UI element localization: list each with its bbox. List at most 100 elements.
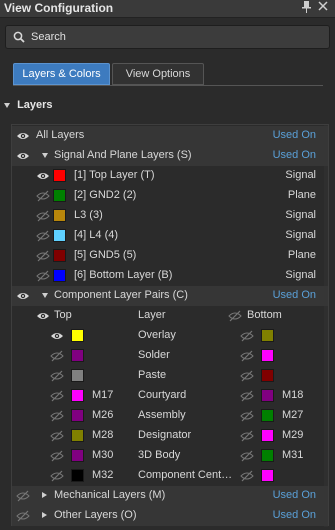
bottom-color-swatch[interactable] [261, 429, 274, 442]
mechanical-group-row[interactable]: Mechanical Layers (M) Used On [12, 486, 328, 506]
all-layers-row[interactable]: All Layers Used On [12, 126, 328, 146]
bottom-color-swatch[interactable] [261, 349, 274, 362]
component-pair-row[interactable]: M28 Designator M29 [12, 426, 328, 446]
signal-layer-row[interactable]: [1] Top Layer (T) Signal [12, 166, 328, 186]
eye-off-icon[interactable] [36, 250, 50, 262]
signal-layer-row[interactable]: [6] Bottom Layer (B) Signal [12, 266, 328, 286]
search-input[interactable]: Search [5, 25, 330, 49]
pair-layer-name: Courtyard [138, 389, 187, 401]
expand-icon[interactable] [42, 512, 47, 518]
top-layer-label: M17 [92, 389, 114, 401]
eye-icon[interactable] [16, 130, 30, 142]
bottom-color-swatch[interactable] [261, 409, 274, 422]
eye-off-icon[interactable] [50, 390, 64, 402]
tab-layers-colors[interactable]: Layers & Colors [13, 63, 110, 85]
signal-layer-row[interactable]: [4] L4 (4) Signal [12, 226, 328, 246]
component-pair-row[interactable]: Solder [12, 346, 328, 366]
pin-icon[interactable] [302, 1, 311, 16]
eye-off-icon[interactable] [16, 490, 30, 502]
bottom-layer-label: M27 [282, 409, 304, 421]
layer-color-swatch[interactable] [53, 209, 66, 222]
bottom-color-swatch[interactable] [261, 449, 274, 462]
eye-off-icon[interactable] [240, 390, 254, 402]
top-color-swatch[interactable] [71, 429, 84, 442]
component-pair-row[interactable]: M30 3D Body M31 [12, 446, 328, 466]
layer-color-swatch[interactable] [53, 249, 66, 262]
eye-off-icon[interactable] [16, 510, 30, 522]
pair-layer-name: Solder [138, 349, 170, 361]
expand-icon[interactable] [42, 492, 47, 498]
signal-layer-row[interactable]: [2] GND2 (2) Plane [12, 186, 328, 206]
bottom-color-swatch[interactable] [261, 369, 274, 382]
signal-plane-group-row[interactable]: Signal And Plane Layers (S) Used On [12, 146, 328, 166]
layer-color-swatch[interactable] [53, 169, 66, 182]
other-group-row[interactable]: Other Layers (O) Used On [12, 506, 328, 526]
layers-section-header[interactable]: Layers [4, 99, 53, 111]
column-top: Top [54, 309, 72, 321]
tab-divider [13, 85, 323, 86]
eye-off-icon[interactable] [36, 270, 50, 282]
top-color-swatch[interactable] [71, 409, 84, 422]
used-on-link[interactable]: Used On [273, 129, 316, 141]
eye-off-icon[interactable] [240, 430, 254, 442]
eye-off-icon[interactable] [240, 470, 254, 482]
layer-name: [2] GND2 (2) [74, 189, 137, 201]
bottom-color-swatch[interactable] [261, 469, 274, 482]
eye-off-icon[interactable] [240, 370, 254, 382]
bottom-layer-label: M29 [282, 429, 304, 441]
eye-off-icon[interactable] [50, 470, 64, 482]
eye-icon[interactable] [36, 170, 50, 182]
eye-off-icon[interactable] [36, 190, 50, 202]
top-color-swatch[interactable] [71, 469, 84, 482]
eye-off-icon[interactable] [50, 450, 64, 462]
collapse-icon[interactable] [42, 293, 48, 298]
bottom-color-swatch[interactable] [261, 329, 274, 342]
component-pairs-columns: Top Layer Bottom [12, 306, 328, 326]
panel-titlebar: View Configuration [0, 0, 335, 18]
top-color-swatch[interactable] [71, 449, 84, 462]
used-on-link[interactable]: Used On [273, 489, 316, 501]
eye-off-icon[interactable] [50, 370, 64, 382]
collapse-icon[interactable] [42, 153, 48, 158]
top-color-swatch[interactable] [71, 349, 84, 362]
eye-off-icon[interactable] [50, 410, 64, 422]
eye-icon[interactable] [16, 290, 30, 302]
layer-name: [5] GND5 (5) [74, 249, 137, 261]
eye-icon[interactable] [16, 150, 30, 162]
close-icon[interactable] [318, 1, 328, 14]
eye-off-icon[interactable] [240, 330, 254, 342]
component-pair-row[interactable]: M26 Assembly M27 [12, 406, 328, 426]
layer-type: Plane [287, 189, 316, 201]
eye-off-icon[interactable] [50, 350, 64, 362]
bottom-color-swatch[interactable] [261, 389, 274, 402]
layer-color-swatch[interactable] [53, 189, 66, 202]
signal-layer-row[interactable]: L3 (3) Signal [12, 206, 328, 226]
eye-off-icon[interactable] [240, 350, 254, 362]
eye-icon[interactable] [50, 330, 64, 342]
component-pair-row[interactable]: M32 Component Cent… [12, 466, 328, 486]
used-on-link[interactable]: Used On [273, 509, 316, 521]
eye-off-icon[interactable] [36, 230, 50, 242]
used-on-link[interactable]: Used On [273, 149, 316, 161]
eye-off-icon[interactable] [240, 450, 254, 462]
layer-color-swatch[interactable] [53, 229, 66, 242]
eye-off-icon[interactable] [50, 430, 64, 442]
component-pair-row[interactable]: Paste [12, 366, 328, 386]
component-pairs-group-row[interactable]: Component Layer Pairs (C) Used On [12, 286, 328, 306]
signal-layer-row[interactable]: [5] GND5 (5) Plane [12, 246, 328, 266]
component-pair-row[interactable]: Overlay [12, 326, 328, 346]
top-color-swatch[interactable] [71, 329, 84, 342]
bottom-layer-label: M31 [282, 449, 304, 461]
eye-off-icon[interactable] [240, 410, 254, 422]
layer-name: [6] Bottom Layer (B) [74, 269, 173, 281]
top-color-swatch[interactable] [71, 369, 84, 382]
used-on-link[interactable]: Used On [273, 289, 316, 301]
eye-off-icon[interactable] [36, 210, 50, 222]
eye-icon[interactable] [36, 310, 50, 322]
component-pair-row[interactable]: M17 Courtyard M18 [12, 386, 328, 406]
other-group-label: Other Layers (O) [54, 509, 137, 521]
layer-color-swatch[interactable] [53, 269, 66, 282]
tab-view-options[interactable]: View Options [112, 63, 204, 85]
eye-off-icon[interactable] [228, 310, 242, 322]
top-color-swatch[interactable] [71, 389, 84, 402]
